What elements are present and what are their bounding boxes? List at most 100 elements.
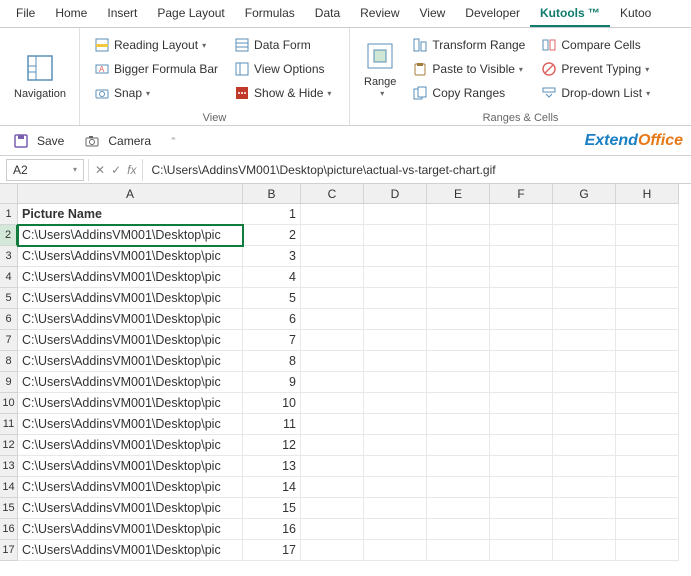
- cell[interactable]: 3: [243, 246, 301, 267]
- cell[interactable]: [490, 540, 553, 561]
- row-header[interactable]: 6: [0, 309, 18, 330]
- cell[interactable]: [490, 246, 553, 267]
- enter-icon[interactable]: ✓: [111, 163, 121, 177]
- cell[interactable]: C:\Users\AddinsVM001\Desktop\pic: [18, 267, 243, 288]
- row-header[interactable]: 7: [0, 330, 18, 351]
- cell[interactable]: C:\Users\AddinsVM001\Desktop\pic: [18, 435, 243, 456]
- cell[interactable]: [301, 372, 364, 393]
- cell[interactable]: [301, 456, 364, 477]
- cell[interactable]: [301, 540, 364, 561]
- tab-view[interactable]: View: [410, 0, 456, 27]
- cell[interactable]: [427, 351, 490, 372]
- col-header-D[interactable]: D: [364, 184, 427, 204]
- cell[interactable]: [301, 288, 364, 309]
- row-header[interactable]: 12: [0, 435, 18, 456]
- col-header-F[interactable]: F: [490, 184, 553, 204]
- bigger-formula-button[interactable]: A Bigger Formula Bar: [90, 58, 222, 80]
- col-header-C[interactable]: C: [301, 184, 364, 204]
- row-header[interactable]: 5: [0, 288, 18, 309]
- cell[interactable]: [301, 330, 364, 351]
- data-form-button[interactable]: Data Form: [230, 34, 335, 56]
- cell[interactable]: [364, 309, 427, 330]
- tab-data[interactable]: Data: [305, 0, 350, 27]
- cell[interactable]: [427, 267, 490, 288]
- cell[interactable]: [301, 309, 364, 330]
- cell[interactable]: 10: [243, 393, 301, 414]
- cell[interactable]: [427, 477, 490, 498]
- cell[interactable]: C:\Users\AddinsVM001\Desktop\pic: [18, 519, 243, 540]
- cell[interactable]: [427, 435, 490, 456]
- cell[interactable]: [364, 393, 427, 414]
- cell[interactable]: [364, 435, 427, 456]
- cell[interactable]: C:\Users\AddinsVM001\Desktop\pic: [18, 414, 243, 435]
- cell[interactable]: [616, 456, 679, 477]
- cell[interactable]: [616, 393, 679, 414]
- row-header[interactable]: 10: [0, 393, 18, 414]
- cell[interactable]: C:\Users\AddinsVM001\Desktop\pic: [18, 498, 243, 519]
- cell[interactable]: [427, 372, 490, 393]
- cell[interactable]: [364, 246, 427, 267]
- cell[interactable]: C:\Users\AddinsVM001\Desktop\pic: [18, 351, 243, 372]
- cell[interactable]: Picture Name: [18, 204, 243, 225]
- cell[interactable]: [427, 330, 490, 351]
- cell[interactable]: [427, 288, 490, 309]
- cell[interactable]: [427, 204, 490, 225]
- cell[interactable]: 13: [243, 456, 301, 477]
- cell[interactable]: [301, 204, 364, 225]
- cell[interactable]: [616, 225, 679, 246]
- cell[interactable]: [490, 225, 553, 246]
- cell[interactable]: [364, 351, 427, 372]
- cell[interactable]: [616, 309, 679, 330]
- cell[interactable]: [364, 519, 427, 540]
- cell[interactable]: 1: [243, 204, 301, 225]
- row-header[interactable]: 17: [0, 540, 18, 561]
- cell[interactable]: [364, 372, 427, 393]
- cell[interactable]: [616, 519, 679, 540]
- cell[interactable]: [553, 519, 616, 540]
- row-header[interactable]: 13: [0, 456, 18, 477]
- dropdown-list-button[interactable]: Drop-down List▾: [537, 82, 654, 104]
- tab-file[interactable]: File: [6, 0, 45, 27]
- cell[interactable]: [553, 414, 616, 435]
- cell[interactable]: [616, 414, 679, 435]
- cell[interactable]: [553, 309, 616, 330]
- col-header-H[interactable]: H: [616, 184, 679, 204]
- cell[interactable]: 17: [243, 540, 301, 561]
- cell[interactable]: C:\Users\AddinsVM001\Desktop\pic: [18, 456, 243, 477]
- cell[interactable]: [616, 288, 679, 309]
- cell[interactable]: [616, 540, 679, 561]
- cell[interactable]: 4: [243, 267, 301, 288]
- cell[interactable]: [553, 267, 616, 288]
- transform-range-button[interactable]: Transform Range: [408, 34, 529, 56]
- cell[interactable]: [427, 225, 490, 246]
- range-button[interactable]: Range ▾: [356, 32, 404, 106]
- tab-home[interactable]: Home: [45, 0, 97, 27]
- formula-input[interactable]: C:\Users\AddinsVM001\Desktop\picture\act…: [143, 163, 691, 177]
- cell[interactable]: [553, 288, 616, 309]
- cell[interactable]: [490, 330, 553, 351]
- fx-icon[interactable]: fx: [127, 163, 136, 177]
- cell[interactable]: [490, 393, 553, 414]
- cell[interactable]: [427, 519, 490, 540]
- cell[interactable]: [301, 267, 364, 288]
- cell[interactable]: [553, 477, 616, 498]
- cell[interactable]: [301, 498, 364, 519]
- row-header[interactable]: 15: [0, 498, 18, 519]
- cell[interactable]: 9: [243, 372, 301, 393]
- cell[interactable]: [364, 540, 427, 561]
- cell[interactable]: [301, 414, 364, 435]
- col-header-A[interactable]: A: [18, 184, 243, 204]
- cell[interactable]: [490, 372, 553, 393]
- cell[interactable]: [553, 225, 616, 246]
- cell[interactable]: [553, 393, 616, 414]
- cell[interactable]: C:\Users\AddinsVM001\Desktop\pic: [18, 330, 243, 351]
- cell[interactable]: 2: [243, 225, 301, 246]
- cell[interactable]: [364, 330, 427, 351]
- camera-button[interactable]: Camera: [79, 130, 156, 152]
- cell[interactable]: C:\Users\AddinsVM001\Desktop\pic: [18, 393, 243, 414]
- cell[interactable]: [553, 330, 616, 351]
- tab-review[interactable]: Review: [350, 0, 409, 27]
- cell[interactable]: [301, 519, 364, 540]
- cell[interactable]: [490, 456, 553, 477]
- cancel-icon[interactable]: ✕: [95, 163, 105, 177]
